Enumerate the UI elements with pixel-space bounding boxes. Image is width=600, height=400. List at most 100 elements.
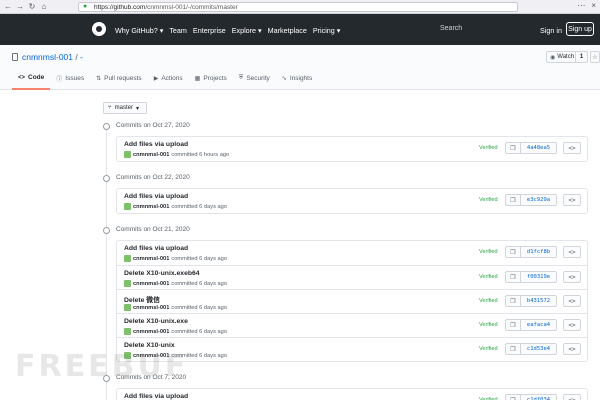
browse-code-icon[interactable]: <> [563, 295, 581, 307]
verified-badge[interactable]: Verified [479, 197, 498, 203]
repo-icon [12, 53, 18, 61]
commit-time: committed 6 days ago [171, 280, 227, 287]
watermark: FREEBUF [15, 349, 189, 384]
tab-icon: ⓘ [56, 77, 63, 83]
commit-author-link[interactable]: cnmnmsl-001 [133, 204, 169, 210]
tab-actions[interactable]: ▶ Actions [148, 74, 189, 90]
commit-sha-link[interactable]: e3c929a [521, 194, 557, 206]
commit-row: Add files via upload cnmnmsl-001committed… [117, 241, 587, 265]
verified-badge[interactable]: Verified [479, 249, 498, 255]
verified-badge[interactable]: Verified [479, 322, 498, 328]
commit-author-link[interactable]: cnmnmsl-001 [133, 281, 169, 287]
watch-button[interactable]: ◉ Watch 1 [546, 51, 588, 63]
tab-insights[interactable]: ∿ Insights [276, 74, 318, 90]
search-input[interactable]: Search [440, 25, 462, 32]
commit-day-label: Commits on Oct 27, 2020 [116, 122, 190, 129]
tab-issues[interactable]: ⓘ Issues [50, 74, 90, 90]
chevron-down-icon: ▾ [135, 105, 139, 112]
commit-message-link[interactable]: Delete X10-unix.exe [124, 318, 188, 325]
tab-projects[interactable]: ▦ Projects [189, 74, 233, 90]
avatar[interactable] [124, 328, 131, 335]
copy-icon[interactable]: ❐ [505, 142, 521, 154]
github-logo-icon[interactable] [92, 22, 106, 36]
commit-message-link[interactable]: Delete X10-unix [124, 342, 175, 349]
browse-code-icon[interactable]: <> [563, 194, 581, 206]
browser-menu-icon[interactable]: ⋯ [577, 1, 585, 10]
watch-label: Watch [557, 54, 575, 60]
commit-meta: cnmnmsl-001 committed 6 hours ago [124, 151, 229, 158]
copy-icon[interactable]: ❐ [505, 246, 521, 258]
avatar[interactable] [124, 304, 131, 311]
commit-message-link[interactable]: Delete X10-unix.exeb64 [124, 270, 200, 277]
verified-badge[interactable]: Verified [479, 298, 498, 304]
commit-row: Delete X10-unix.exe cnmnmsl-001 committed … [117, 313, 587, 337]
copy-icon[interactable]: ❐ [505, 295, 521, 307]
commit-author-link[interactable]: cnmnmsl-001 [133, 152, 169, 158]
watch-count[interactable]: 1 [575, 51, 587, 63]
copy-icon[interactable]: ❐ [505, 271, 521, 283]
reload-icon[interactable]: ↻ [26, 1, 38, 13]
nav-item[interactable]: Why GitHub? ▾ [115, 26, 163, 35]
commit-sha-link[interactable]: c1d53e4 [521, 343, 557, 355]
avatar[interactable] [124, 280, 131, 287]
nav-item[interactable]: Explore ▾ [232, 26, 262, 35]
tab-code[interactable]: <> Code [12, 74, 51, 90]
verified-badge[interactable]: Verified [479, 274, 498, 280]
browse-code-icon[interactable]: <> [563, 271, 581, 283]
star-icon[interactable]: ☆ [590, 51, 600, 63]
nav-item[interactable]: Enterprise [193, 26, 226, 35]
avatar[interactable] [124, 151, 131, 158]
commit-sha-link[interactable]: d1fcf8b [521, 246, 557, 258]
commit-message-link[interactable]: Add files via upload [124, 193, 188, 200]
branch-selector[interactable]: ⑂ master ▾ [103, 102, 147, 114]
repo-owner-link[interactable]: cnmnmsl-001 [22, 52, 73, 62]
github-header: Why GitHub? ▾ Team Enterprise Explore ▾ Mark… [0, 14, 600, 45]
browser-toolbar: ← → ↻ ⌂ ● https://github.com/cnmnmsl-001… [0, 0, 600, 14]
verified-badge[interactable]: Verified [479, 346, 498, 352]
commit-message-link[interactable]: Add files via upload [124, 393, 188, 400]
commit-author-link[interactable]: cnmnmsl-001 [133, 256, 169, 262]
avatar[interactable] [124, 203, 131, 210]
repo-separator: / [75, 52, 78, 62]
commit-author-link[interactable]: cnmnmsl-001 [133, 329, 169, 335]
tab-security[interactable]: ⛨ Security [233, 74, 276, 90]
forward-icon[interactable]: → [14, 1, 26, 13]
tab-pull-requests[interactable]: ⇅ Pull requests [90, 74, 148, 90]
browse-code-icon[interactable]: <> [563, 394, 581, 400]
nav-item[interactable]: Team [169, 26, 187, 35]
home-icon[interactable]: ⌂ [38, 1, 50, 13]
copy-icon[interactable]: ❐ [505, 394, 521, 400]
commit-sha-link[interactable]: c1df034 [521, 394, 557, 400]
tab-label: Actions [161, 75, 183, 82]
repo-name-link[interactable]: - [80, 52, 83, 62]
commit-sha-link[interactable]: f00319e [521, 271, 557, 283]
back-icon[interactable]: ← [2, 1, 14, 13]
commit-meta: cnmnmsl-001 committed 6 days ago [124, 280, 227, 287]
browse-code-icon[interactable]: <> [563, 246, 581, 258]
nav-item[interactable]: Pricing ▾ [313, 26, 341, 35]
window-close-icon[interactable]: × [591, 1, 596, 10]
address-bar[interactable]: ● https://github.com/cnmnmsl-001/-/commi… [78, 2, 518, 12]
avatar[interactable] [124, 255, 131, 262]
browse-code-icon[interactable]: <> [563, 319, 581, 331]
nav-item[interactable]: Marketplace [268, 26, 307, 35]
copy-icon[interactable]: ❐ [505, 319, 521, 331]
copy-icon[interactable]: ❐ [505, 343, 521, 355]
commit-sha-link[interactable]: b431572 [521, 295, 557, 307]
commit-meta: cnmnmsl-001 committed 6 days ago [124, 304, 227, 311]
commit-group-icon [103, 123, 110, 130]
sign-up-button[interactable]: Sign up [566, 22, 594, 36]
sign-in-link[interactable]: Sign in [540, 26, 562, 35]
commit-message-link[interactable]: Add files via upload [124, 245, 188, 252]
verified-badge[interactable]: Verified [479, 145, 498, 151]
commit-message-link[interactable]: Delete 微信 [124, 294, 160, 304]
eye-icon: ◉ [550, 54, 556, 61]
commit-sha-link[interactable]: 4a48ea5 [521, 142, 557, 154]
commit-author-link[interactable]: cnmnmsl-001 [133, 305, 169, 311]
commit-sha-link[interactable]: eafaca4 [521, 319, 557, 331]
copy-icon[interactable]: ❐ [505, 194, 521, 206]
commit-message-link[interactable]: Add files via upload [124, 141, 188, 148]
commit-group: Add files via upload cnmnmsl-001committed… [116, 188, 588, 214]
browse-code-icon[interactable]: <> [563, 343, 581, 355]
browse-code-icon[interactable]: <> [563, 142, 581, 154]
